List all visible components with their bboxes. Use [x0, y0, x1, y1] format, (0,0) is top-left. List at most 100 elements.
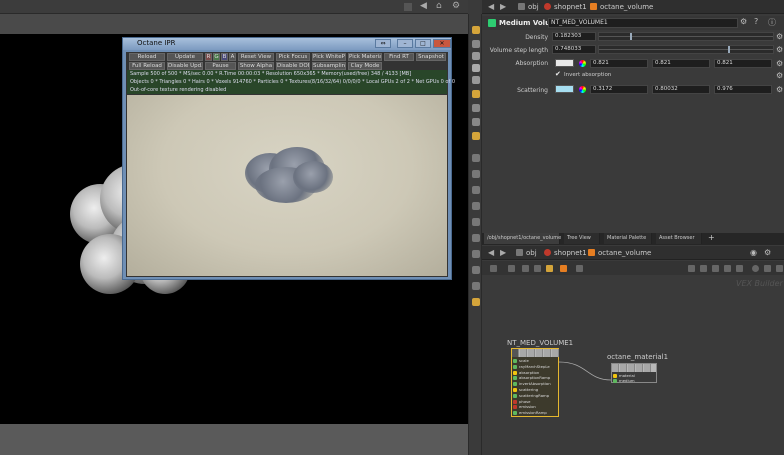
path-node[interactable]: octane_volume — [590, 2, 653, 12]
node-flag[interactable] — [536, 349, 543, 357]
parm-gear-icon[interactable]: ⚙ — [776, 32, 783, 41]
resize-button[interactable]: ⇔ — [375, 39, 391, 48]
invert-absorption-checkbox[interactable]: ✔ — [555, 70, 561, 78]
input-pin[interactable] — [513, 359, 517, 363]
channel-g-button[interactable]: G — [213, 53, 220, 61]
node-flag[interactable] — [628, 364, 635, 372]
info-icon[interactable]: ⓘ — [768, 17, 776, 28]
options-icon[interactable] — [776, 265, 783, 272]
octane-ipr-window[interactable]: Octane IPR ⇔ – □ ✕ Reload Update R G B A… — [122, 37, 455, 280]
layout-icon[interactable] — [688, 265, 695, 272]
input-pin[interactable] — [513, 370, 517, 375]
channel-b-button[interactable]: B — [221, 53, 228, 61]
tool-icon[interactable] — [472, 282, 480, 290]
pick-material-button[interactable]: Pick Material — [348, 53, 382, 61]
scattering-b-field[interactable]: 0.976 — [714, 85, 772, 94]
input-pin[interactable] — [513, 411, 517, 416]
color-wheel-icon[interactable] — [579, 60, 586, 67]
scattering-color-swatch[interactable] — [555, 85, 574, 93]
lock-icon[interactable] — [472, 40, 480, 48]
tool-icon[interactable] — [472, 266, 480, 274]
input-pin[interactable] — [513, 382, 517, 387]
pick-whitep-button[interactable]: Pick WhiteP — [312, 53, 346, 61]
absorption-r-field[interactable]: 0.821 — [590, 59, 648, 68]
density-slider-knob[interactable] — [629, 33, 632, 40]
pin-icon[interactable]: ◉ — [750, 248, 757, 257]
step-length-slider[interactable] — [598, 45, 774, 54]
back-arrow-icon[interactable]: ◀ — [488, 2, 494, 11]
volume-node[interactable]: scale rayMarchStepLe absorption absorptionR… — [511, 348, 559, 417]
net-path-obj[interactable]: obj — [516, 248, 537, 258]
input-pin[interactable] — [513, 376, 517, 381]
tool-icon[interactable] — [472, 218, 480, 226]
folder-icon[interactable] — [546, 265, 553, 272]
arrow-left-icon[interactable]: ◀ — [420, 1, 427, 11]
input-pin[interactable] — [513, 388, 517, 392]
minimize-button[interactable]: – — [397, 39, 413, 48]
tool-icon[interactable] — [472, 76, 480, 84]
input-pin[interactable] — [613, 374, 617, 378]
reload-button[interactable]: Reload — [129, 53, 165, 61]
subsampling-button[interactable]: Subsampling — [312, 62, 346, 70]
step-length-slider-knob[interactable] — [728, 46, 730, 53]
scattering-r-field[interactable]: 0.3172 — [590, 85, 648, 94]
net-path-node[interactable]: octane_volume — [588, 248, 651, 258]
gear-icon[interactable]: ⚙ — [764, 248, 771, 257]
home-icon[interactable]: ⌂ — [436, 1, 442, 11]
absorption-b-field[interactable]: 0.821 — [714, 59, 772, 68]
update-button[interactable]: Update — [167, 53, 203, 61]
add-tab-icon[interactable]: + — [708, 233, 715, 242]
tool-icon[interactable] — [472, 90, 480, 98]
bookmark-icon[interactable] — [560, 265, 567, 272]
tree-icon[interactable] — [534, 265, 541, 272]
ipr-title-bar[interactable]: Octane IPR ⇔ – □ ✕ — [123, 38, 451, 50]
tab-material-palette[interactable]: Material Palette — [604, 233, 652, 244]
net-path-shopnet[interactable]: shopnet1 — [544, 248, 587, 258]
layout-icon[interactable] — [736, 265, 743, 272]
help-icon[interactable]: ? — [754, 17, 758, 26]
step-length-field[interactable]: 0.748033 — [552, 45, 596, 54]
search-icon[interactable] — [752, 265, 759, 272]
parm-gear-icon[interactable]: ⚙ — [776, 85, 783, 94]
node-flag[interactable] — [636, 364, 643, 372]
settings-icon[interactable]: ⚙ — [452, 1, 460, 11]
path-shopnet[interactable]: shopnet1 — [544, 2, 587, 12]
tool-icon[interactable] — [472, 234, 480, 242]
parm-gear-icon[interactable]: ⚙ — [776, 59, 783, 68]
absorption-color-swatch[interactable] — [555, 59, 574, 67]
channel-a-button[interactable]: A — [229, 53, 236, 61]
node-flag[interactable] — [512, 349, 519, 357]
color-wheel-icon[interactable] — [579, 86, 586, 93]
clay-mode-button[interactable]: Clay Mode — [348, 62, 382, 70]
find-rt-button[interactable]: Find RT — [384, 53, 414, 61]
node-name-field[interactable]: NT_MED_VOLUME1 — [548, 18, 738, 28]
parm-gear-icon[interactable]: ⚙ — [776, 71, 783, 80]
density-field[interactable]: 0.182303 — [552, 32, 596, 41]
node-flag[interactable] — [544, 349, 551, 357]
tool-icon[interactable] — [472, 202, 480, 210]
node-flag[interactable] — [528, 349, 535, 357]
input-pin[interactable] — [613, 379, 617, 383]
tool-icon[interactable] — [472, 52, 480, 60]
tool-icon[interactable] — [472, 154, 480, 162]
material-node[interactable]: material medium — [611, 363, 657, 383]
tool-icon[interactable] — [472, 170, 480, 178]
reset-view-button[interactable]: Reset View — [238, 53, 274, 61]
forward-arrow-icon[interactable]: ▶ — [500, 2, 506, 11]
parm-gear-icon[interactable]: ⚙ — [776, 45, 783, 54]
material-node-header[interactable] — [612, 364, 656, 372]
list-icon[interactable] — [508, 265, 515, 272]
node-flag[interactable] — [520, 349, 527, 357]
show-alpha-button[interactable]: Show Alpha — [238, 62, 274, 70]
gear-icon[interactable]: ⚙ — [740, 17, 747, 26]
volume-node-header[interactable] — [512, 349, 559, 357]
add-icon[interactable] — [490, 265, 497, 272]
tool-icon[interactable] — [472, 250, 480, 258]
density-slider[interactable] — [598, 32, 774, 41]
grid-icon[interactable] — [522, 265, 529, 272]
tool-icon[interactable] — [472, 186, 480, 194]
node-flag[interactable] — [644, 364, 651, 372]
disable-dof-button[interactable]: Disable DOF — [276, 62, 310, 70]
maximize-button[interactable]: □ — [415, 39, 431, 48]
pick-focus-button[interactable]: Pick Focus — [276, 53, 310, 61]
